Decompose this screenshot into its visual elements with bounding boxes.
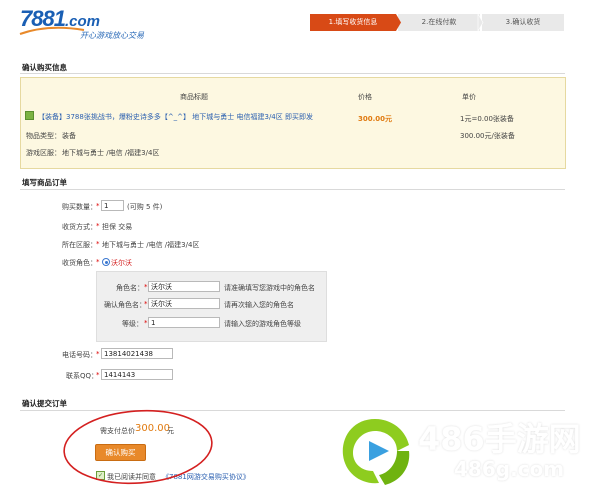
phone-required-mark: * [96,350,100,358]
item-title: 3788张挑战书，爆粉史诗多多【^_^】 地下城与勇士 电信福建3/4区 即买即… [66,113,313,121]
qty-input[interactable]: 1 [101,200,124,211]
step-fill-info: 1.填写收货信息 [310,14,396,31]
role-name-required-mark: * [144,283,148,291]
logo-swoosh-icon [19,26,85,35]
qq-input[interactable]: 1414143 [101,369,173,380]
item-tag: 【装备】 [38,113,66,121]
phone-input[interactable]: 13814021438 [101,348,173,359]
purchase-info-title: 确认购买信息 [22,63,67,72]
item-type-value: 装备 [62,132,76,140]
item-type-label: 物品类型： [26,132,61,140]
watermark-domain: 486g.com [454,457,565,481]
role-required-mark: * [96,258,100,266]
qty-label: 购买数量： [62,203,97,211]
level-input[interactable]: 1 [148,317,220,328]
site-slogan: 开心游戏放心交易 [80,31,144,40]
item-price: 300.00元 [358,115,393,123]
level-hint: 请输入您的游戏角色等级 [224,320,301,328]
level-label: 等级： [122,320,143,328]
zone-required-mark: * [96,240,100,248]
divider [20,189,565,190]
watermark-brand: 486手游网 [418,420,581,458]
confirm-role-hint: 请再次输入您的角色名 [224,301,294,309]
divider [20,73,565,74]
order-form-title: 填写商品订单 [22,178,67,187]
role-name-hint: 请准确填写您游戏中的角色名 [224,284,315,292]
item-checkbox-icon [25,111,34,120]
role-name-label: 角色名： [116,284,144,292]
col-unit-header: 单价 [462,93,476,101]
qty-required-mark: * [96,202,100,210]
zone-value: 地下城与勇士 /电信 /福建3/4区 [102,241,200,249]
method-value: 担保 交易 [102,223,133,231]
level-required-mark: * [144,319,148,327]
step-confirm-receipt: 3.确认收货 [482,14,564,31]
confirm-role-input[interactable]: 沃尔沃 [148,298,220,309]
confirm-role-label: 确认角色名： [104,301,146,309]
role-option-label[interactable]: 沃尔沃 [111,258,132,268]
item-title-link[interactable]: 【装备】3788张挑战书，爆粉史诗多多【^_^】 地下城与勇士 电信福建3/4区… [38,112,313,122]
role-radio[interactable] [102,258,110,266]
item-zone-label: 游戏区服： [26,149,61,157]
unit-price-ratio: 1元=0.00张装备 [460,115,514,123]
item-zone-value: 地下城与勇士 /电信 /福建3/4区 [62,149,160,157]
step-arrows-icon [396,14,484,31]
unit-price-each: 300.00元/张装备 [460,132,515,140]
qty-hint: (可购 5 件) [127,203,163,211]
phone-label: 电话号码： [62,351,97,359]
col-price-header: 价格 [358,93,372,101]
confirm-role-required-mark: * [144,300,148,308]
watermark-logo-icon [342,419,410,485]
col-title-header: 商品标题 [180,93,208,101]
annotation-circle [63,409,213,485]
method-label: 收货方式： [62,223,97,231]
role-name-input[interactable]: 沃尔沃 [148,281,220,292]
qq-required-mark: * [96,371,100,379]
zone-label: 所在区服： [62,241,97,249]
method-required-mark: * [96,222,100,230]
role-label: 收货角色： [62,259,97,267]
qq-label: 联系QQ： [66,372,99,380]
